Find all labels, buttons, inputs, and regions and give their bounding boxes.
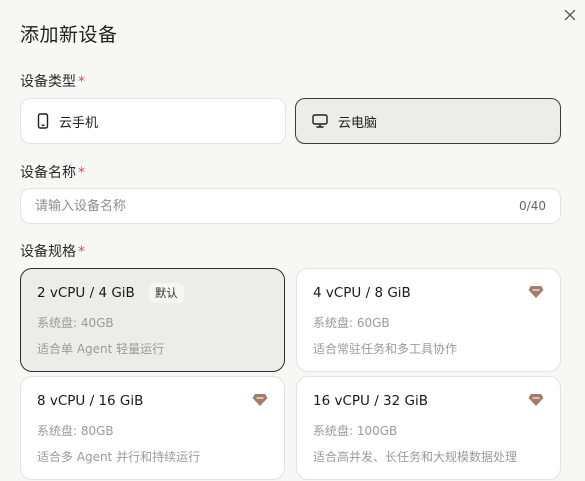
type-option-label: 云手机 (59, 115, 99, 131)
phone-icon (37, 113, 49, 129)
spec-disk: 系统盘: 60GB (313, 316, 390, 330)
device-name-field[interactable]: 0/40 (20, 188, 561, 224)
device-spec-label: 设备规格 * (20, 244, 85, 260)
premium-diamond-icon (528, 392, 544, 411)
spec-description: 适合单 Agent 轻量运行 (37, 342, 165, 356)
char-counter: 0/40 (519, 199, 546, 213)
spec-disk: 系统盘: 80GB (37, 424, 114, 438)
close-button[interactable] (561, 6, 579, 24)
spec-description: 适合多 Agent 并行和持续运行 (37, 450, 201, 464)
type-option-label: 云电脑 (338, 115, 378, 131)
type-option-cloud-phone[interactable]: 云手机 (20, 98, 286, 144)
premium-diamond-icon (252, 392, 268, 411)
device-type-label: 设备类型 * (20, 74, 85, 90)
spec-title: 16 vCPU / 32 GiB (313, 393, 428, 409)
premium-diamond-icon (528, 284, 544, 303)
spec-description: 适合高并发、长任务和大规模数据处理 (313, 450, 518, 464)
type-option-cloud-pc[interactable]: 云电脑 (295, 98, 561, 144)
device-name-input[interactable] (35, 198, 520, 214)
spec-disk: 系统盘: 100GB (313, 424, 398, 438)
spec-card-2vcpu[interactable]: 2 vCPU / 4 GiB 默认 系统盘: 40GB 适合单 Agent 轻量… (20, 268, 285, 372)
spec-disk: 系统盘: 40GB (37, 316, 114, 330)
spec-title: 8 vCPU / 16 GiB (37, 393, 144, 409)
spec-card-16vcpu[interactable]: 16 vCPU / 32 GiB 系统盘: 100GB 适合高并发、长任务和大规… (296, 376, 561, 480)
spec-card-8vcpu[interactable]: 8 vCPU / 16 GiB 系统盘: 80GB 适合多 Agent 并行和持… (20, 376, 285, 480)
default-badge: 默认 (148, 283, 184, 303)
close-icon (564, 9, 576, 21)
monitor-icon (312, 114, 328, 128)
spec-card-4vcpu[interactable]: 4 vCPU / 8 GiB 系统盘: 60GB 适合常驻任务和多工具协作 (296, 268, 561, 372)
dialog-title: 添加新设备 (20, 24, 118, 46)
required-mark: * (78, 244, 85, 260)
spec-title: 4 vCPU / 8 GiB (313, 285, 411, 301)
required-mark: * (78, 74, 85, 90)
required-mark: * (78, 165, 85, 181)
spec-title: 2 vCPU / 4 GiB (37, 285, 135, 301)
spec-description: 适合常驻任务和多工具协作 (313, 342, 458, 356)
device-name-label: 设备名称 * (20, 165, 85, 181)
